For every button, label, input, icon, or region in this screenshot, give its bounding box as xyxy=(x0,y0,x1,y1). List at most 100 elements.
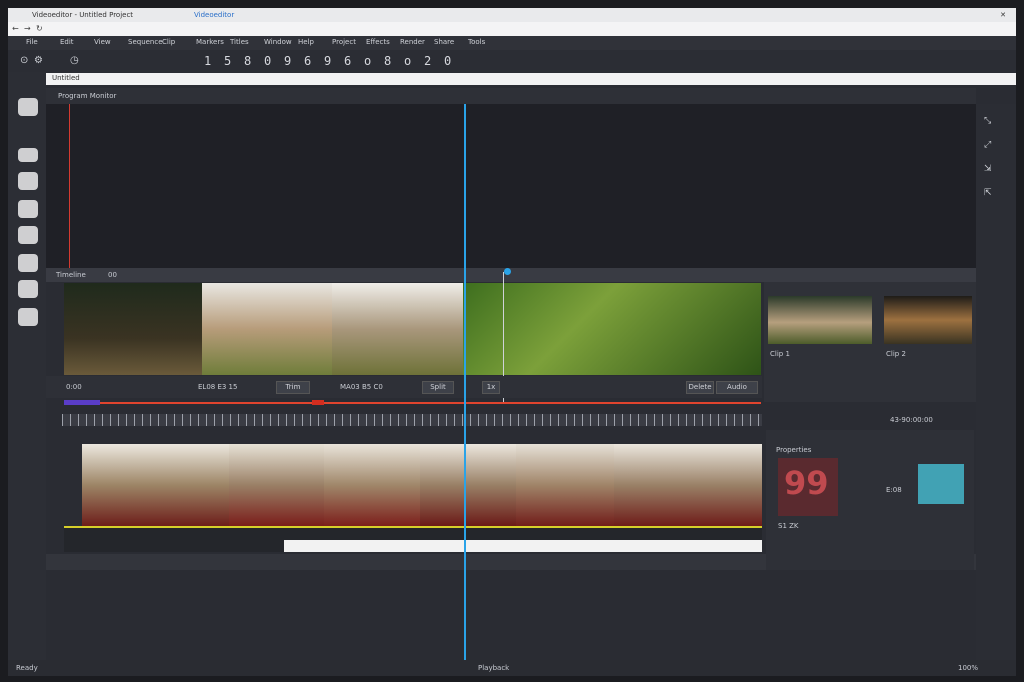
menu-item[interactable]: Project xyxy=(332,38,356,46)
media-icon[interactable] xyxy=(18,98,38,116)
main-toolbar: ⊙ ⚙ ◷ 15809696o8o20 xyxy=(8,50,1016,72)
toolbar-button[interactable]: 6 xyxy=(304,54,311,68)
status-left: Ready xyxy=(16,664,38,672)
toolbar-button[interactable]: 5 xyxy=(224,54,231,68)
inspector-caption: S1 ZK xyxy=(778,522,799,530)
right-label: MA03 B5 C0 xyxy=(340,383,383,391)
playhead-handle[interactable] xyxy=(504,268,511,275)
clip-controls: 0:00 EL08 E3 15 Trim MA03 B5 C0 Split 1x… xyxy=(46,376,762,398)
back-icon[interactable]: ← xyxy=(12,24,19,33)
preview-number: 99 xyxy=(784,464,829,502)
menu-item[interactable]: Sequence xyxy=(128,38,163,46)
timeline-header: Timeline 00 xyxy=(46,268,976,282)
layers-icon[interactable] xyxy=(18,254,38,272)
clip-thumbnail[interactable] xyxy=(516,444,614,526)
home-icon[interactable]: ⊙ xyxy=(20,55,28,66)
toolbar-button[interactable]: 1 xyxy=(204,54,211,68)
timecode: 43-90:00:00 xyxy=(890,416,933,424)
browser-titlebar: Videoeditor - Untitled Project Videoedit… xyxy=(8,8,1016,22)
clip-thumbnail[interactable] xyxy=(202,283,332,375)
media-thumbnail[interactable] xyxy=(884,296,972,344)
menu-item[interactable]: View xyxy=(94,38,111,46)
timeline-ruler[interactable] xyxy=(62,414,762,426)
toolbar-button[interactable]: 9 xyxy=(284,54,291,68)
menu-item[interactable]: Markers xyxy=(196,38,224,46)
split-button[interactable]: Split xyxy=(422,381,454,394)
color-swatch[interactable] xyxy=(918,464,964,504)
menubar: File Edit View Sequence Clip Markers Titles Win… xyxy=(8,36,1016,50)
tool-icon[interactable]: ⤡ xyxy=(984,116,991,126)
audio-icon[interactable] xyxy=(18,308,38,326)
in-marker xyxy=(69,104,70,268)
clip-thumbnail[interactable] xyxy=(420,444,516,526)
effects-icon[interactable] xyxy=(18,280,38,298)
status-bar: Ready Playback 100% xyxy=(8,660,1016,676)
address-bar[interactable]: Untitled xyxy=(46,73,1016,85)
camera-icon[interactable] xyxy=(18,148,38,162)
reload-icon[interactable]: ↻ xyxy=(36,24,43,33)
tool-icon[interactable]: ⤢ xyxy=(984,140,991,150)
browser-toolbar: ← → ↻ xyxy=(8,22,1016,36)
clip-thumbnail[interactable] xyxy=(64,283,202,375)
clip-thumbnail[interactable] xyxy=(332,283,463,375)
video-track-1[interactable] xyxy=(64,283,761,375)
program-monitor[interactable] xyxy=(46,104,976,268)
audio-track[interactable] xyxy=(64,528,762,552)
toolbar-button[interactable]: 0 xyxy=(264,54,271,68)
progress-line[interactable] xyxy=(64,402,761,404)
progress-handle[interactable] xyxy=(312,400,324,405)
text-icon[interactable] xyxy=(18,200,38,218)
media-thumbnail[interactable] xyxy=(768,296,872,344)
tool-icon[interactable]: ⇱ xyxy=(984,188,992,198)
browser-tab-url[interactable]: Videoeditor xyxy=(194,10,234,20)
clip-thumbnail[interactable] xyxy=(229,444,324,526)
speed-button[interactable]: 1x xyxy=(482,381,500,394)
toolbar-button[interactable]: 9 xyxy=(324,54,331,68)
menu-item[interactable]: Render xyxy=(400,38,425,46)
thumb2-caption: Clip 2 xyxy=(886,350,906,358)
toolbar-button[interactable]: 8 xyxy=(244,54,251,68)
audio-waveform xyxy=(284,540,762,552)
toolbar-button[interactable]: 2 xyxy=(424,54,431,68)
toolbar-button[interactable]: 6 xyxy=(344,54,351,68)
clip-thumbnail[interactable] xyxy=(324,444,420,526)
menu-item[interactable]: Titles xyxy=(230,38,249,46)
menu-item[interactable]: Edit xyxy=(60,38,74,46)
chat-icon[interactable] xyxy=(18,172,38,190)
timeline-title: Timeline xyxy=(56,271,86,279)
thumb1-caption: Clip 1 xyxy=(770,350,790,358)
menu-item[interactable]: Clip xyxy=(162,38,175,46)
menu-item[interactable]: Tools xyxy=(468,38,485,46)
browser-tab-title[interactable]: Videoeditor - Untitled Project xyxy=(32,10,133,20)
menu-item[interactable]: File xyxy=(26,38,38,46)
close-icon[interactable]: ✕ xyxy=(1000,10,1006,20)
menu-item[interactable]: Effects xyxy=(366,38,390,46)
forward-icon[interactable]: → xyxy=(24,24,31,33)
menu-item[interactable]: Window xyxy=(264,38,292,46)
properties-panel: Properties 99 E:08 S1 ZK xyxy=(766,430,974,570)
playhead[interactable] xyxy=(464,104,466,660)
toolbar-button[interactable]: o xyxy=(404,54,411,68)
clip-thumbnail[interactable] xyxy=(82,444,229,526)
trim-button[interactable]: Trim xyxy=(276,381,310,394)
clip-thumbnail[interactable] xyxy=(614,444,762,526)
viewer-title: Program Monitor xyxy=(58,92,117,100)
tool-icon[interactable]: ⇲ xyxy=(984,164,992,174)
toolbar-button[interactable]: o xyxy=(364,54,371,68)
menu-item[interactable]: Help xyxy=(298,38,314,46)
mid-time: EL08 E3 15 xyxy=(198,383,238,391)
address-text: Untitled xyxy=(52,74,80,82)
toolbar-button[interactable]: 0 xyxy=(444,54,451,68)
video-track-2[interactable] xyxy=(82,444,762,526)
clock-icon[interactable]: ◷ xyxy=(70,55,79,66)
inspector-title: Properties xyxy=(776,446,812,454)
timeline-value: 00 xyxy=(108,271,117,279)
audio-button[interactable]: Audio xyxy=(716,381,758,394)
folder-icon[interactable] xyxy=(18,226,38,244)
toolbar-button[interactable]: 8 xyxy=(384,54,391,68)
menu-item[interactable]: Share xyxy=(434,38,454,46)
settings-icon[interactable]: ⚙ xyxy=(34,55,43,66)
preview-swatch[interactable]: 99 xyxy=(778,458,838,516)
delete-button[interactable]: Delete xyxy=(686,381,714,394)
clip-thumbnail[interactable] xyxy=(463,283,761,375)
